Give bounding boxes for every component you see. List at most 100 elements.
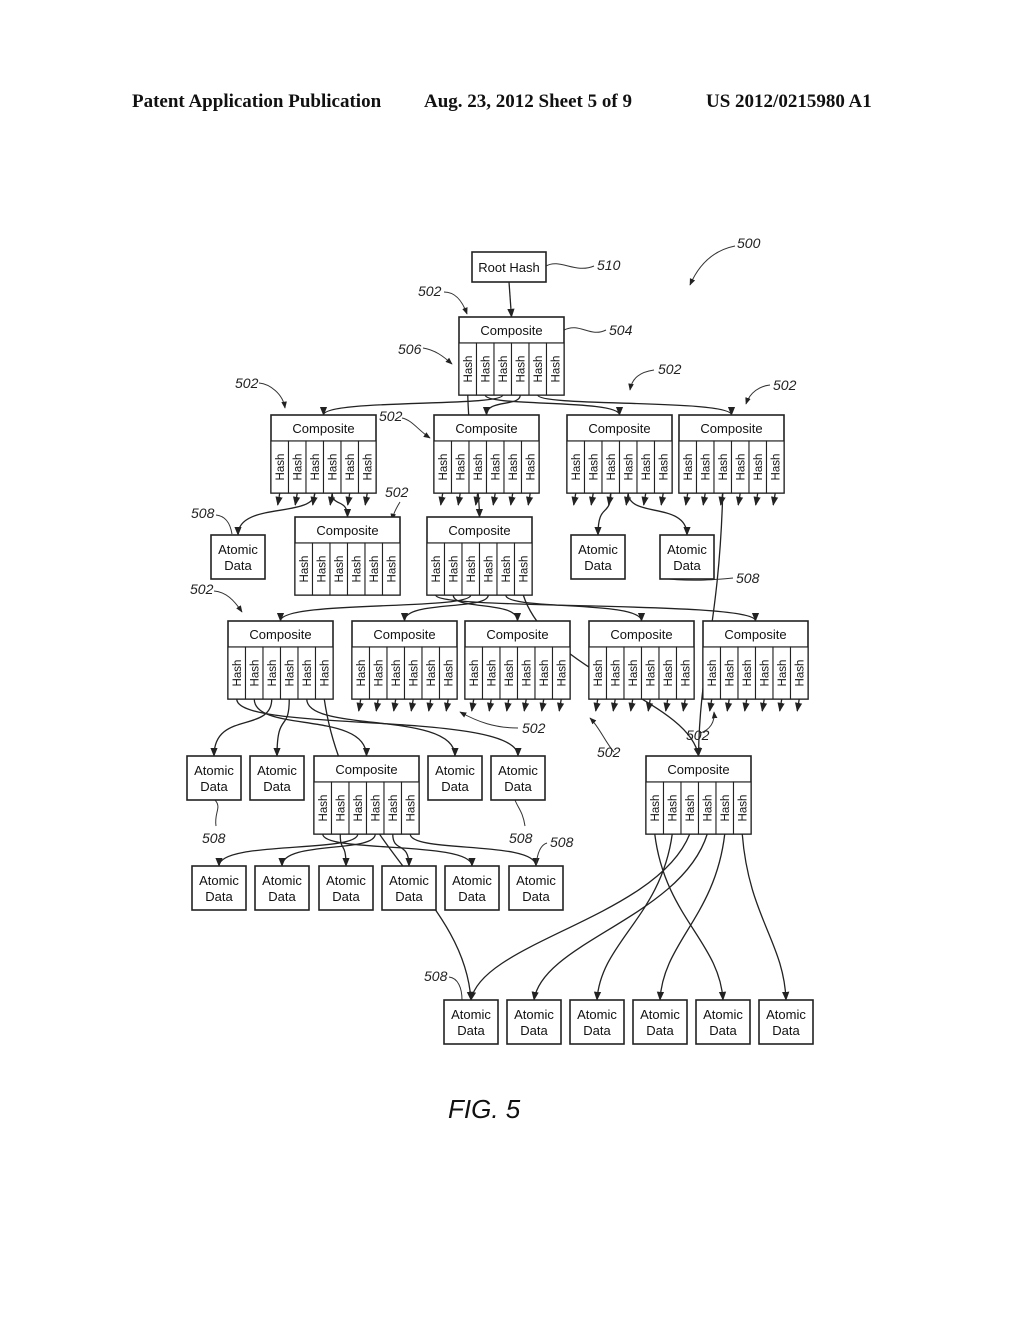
atomic-node: AtomicData (506, 999, 562, 1045)
hash-slot-label: Hash (463, 356, 475, 383)
atomic-data-label-line1: Atomic (257, 763, 297, 778)
atomic-node: AtomicData (186, 755, 242, 801)
hash-slot-label: Hash (310, 454, 322, 481)
atomic-data-label-line2: Data (205, 889, 233, 904)
atomic-data-label-line1: Atomic (199, 873, 239, 888)
reference-numeral-504: 504 (609, 322, 633, 338)
leader-line-502 (459, 711, 519, 729)
hash-slot-label: Hash (373, 660, 385, 687)
edge-c4f-to-a6c (593, 833, 673, 1001)
hash-slot-label: Hash (663, 660, 675, 687)
edge-c4c-to-a5b (278, 833, 376, 867)
reference-numeral-502: 502 (235, 375, 259, 391)
atomic-data-label-line2: Data (772, 1023, 800, 1038)
composite-label: Composite (373, 627, 435, 642)
hash-slot-label: Hash (702, 795, 714, 822)
atomic-data-label-line2: Data (263, 779, 291, 794)
hash-slot-label: Hash (275, 454, 287, 481)
hash-slot-label: Hash (521, 660, 533, 687)
leader-line-502 (628, 369, 655, 391)
leader-line-502 (443, 291, 468, 315)
atomic-data-label-line2: Data (646, 1023, 674, 1038)
hash-stub-arrow (646, 698, 654, 712)
hash-stub-arrow (557, 698, 565, 712)
hash-slot-label: Hash (405, 795, 417, 822)
hash-slot-label: Hash (508, 454, 520, 481)
atomic-node: AtomicData (695, 999, 751, 1045)
hash-slot-label: Hash (650, 795, 662, 822)
hash-slot-label: Hash (292, 454, 304, 481)
hash-slot-label: Hash (770, 454, 782, 481)
edge-c4f-to-a6d (656, 833, 726, 1001)
edge-c4f-to-a6f (741, 833, 790, 1001)
edge-c0-to-c1d (537, 394, 736, 416)
atomic-data-label-line1: Atomic (667, 542, 707, 557)
composite-node: Composite Hash Hash Hash Hash Hash Hash (464, 620, 571, 700)
hash-slot-label: Hash (720, 795, 732, 822)
hash-slot-label: Hash (431, 556, 443, 583)
hash-slot-label: Hash (327, 454, 339, 481)
edge-c4f-to-a6a (468, 833, 691, 1001)
composite-label: Composite (448, 523, 510, 538)
atomic-data-label-line1: Atomic (262, 873, 302, 888)
hash-slot-label: Hash (232, 660, 244, 687)
reference-numeral-508: 508 (550, 834, 574, 850)
hash-slot-label: Hash (448, 556, 460, 583)
composite-label: Composite (667, 762, 729, 777)
hash-slot-label: Hash (302, 660, 314, 687)
reference-numeral-508: 508 (736, 570, 760, 586)
hash-slot-label: Hash (490, 454, 502, 481)
atomic-node: AtomicData (443, 999, 499, 1045)
hash-slot-label: Hash (571, 454, 583, 481)
atomic-data-label-line2: Data (268, 889, 296, 904)
hash-slot-label: Hash (369, 556, 381, 583)
hash-slot-label: Hash (486, 660, 498, 687)
composite-node: Composite Hash Hash Hash Hash Hash Hash (458, 316, 565, 396)
edge-c0-to-c1b (482, 394, 521, 416)
hash-slot-label: Hash (658, 454, 670, 481)
hash-stub-arrow (469, 698, 477, 712)
edge-c4c-to-a5a (215, 833, 359, 867)
hash-slot-label: Hash (777, 660, 789, 687)
hash-slot-label: Hash (391, 660, 403, 687)
edge-c4c-to-a5e (322, 833, 476, 867)
composite-label: Composite (486, 627, 548, 642)
hash-stub-arrow (663, 698, 671, 712)
hash-stub-arrow (328, 492, 336, 506)
hash-stub-arrow (593, 698, 601, 712)
hash-slot-label: Hash (299, 556, 311, 583)
hash-slot-label: Hash (518, 556, 530, 583)
composite-node: Composite Hash Hash Hash Hash Hash Hash (426, 516, 533, 596)
composite-label: Composite (610, 627, 672, 642)
atomic-data-label-line2: Data (457, 1023, 485, 1038)
hash-slot-label: Hash (623, 454, 635, 481)
hash-slot-label: Hash (525, 454, 537, 481)
edge-c1c-to-a2b (594, 492, 612, 536)
root-node: Root Hash (471, 251, 547, 283)
hash-slot-label: Hash (334, 556, 346, 583)
atomic-data-label-line2: Data (709, 1023, 737, 1038)
composite-node: Composite Hash Hash Hash Hash Hash Hash (588, 620, 695, 700)
hash-slot-label: Hash (707, 660, 719, 687)
composite-node: Composite Hash Hash Hash Hash Hash Hash (270, 414, 377, 494)
hash-stub-arrow (539, 698, 547, 712)
hash-stub-arrow (356, 698, 364, 712)
hash-stub-arrow (641, 492, 649, 506)
hash-slot-label: Hash (319, 660, 331, 687)
atomic-node: AtomicData (569, 999, 625, 1045)
reference-numeral-510: 510 (597, 257, 621, 273)
edge-c3a-to-a4a (210, 698, 273, 757)
hash-stub-arrow (742, 698, 750, 712)
hash-stub-arrow (508, 492, 516, 506)
atomic-node: AtomicData (427, 755, 483, 801)
hash-slot-label: Hash (724, 660, 736, 687)
hash-slot-label: Hash (483, 556, 495, 583)
composite-node: Composite Hash Hash Hash Hash Hash Hash (702, 620, 809, 700)
hash-slot-label: Hash (683, 454, 695, 481)
leader-line-500 (689, 245, 736, 286)
hash-slot-label: Hash (498, 356, 510, 383)
hash-stub-arrow (275, 492, 283, 506)
hash-slot-label: Hash (641, 454, 653, 481)
hash-slot-label: Hash (667, 795, 679, 822)
hash-stub-arrow (683, 492, 691, 506)
